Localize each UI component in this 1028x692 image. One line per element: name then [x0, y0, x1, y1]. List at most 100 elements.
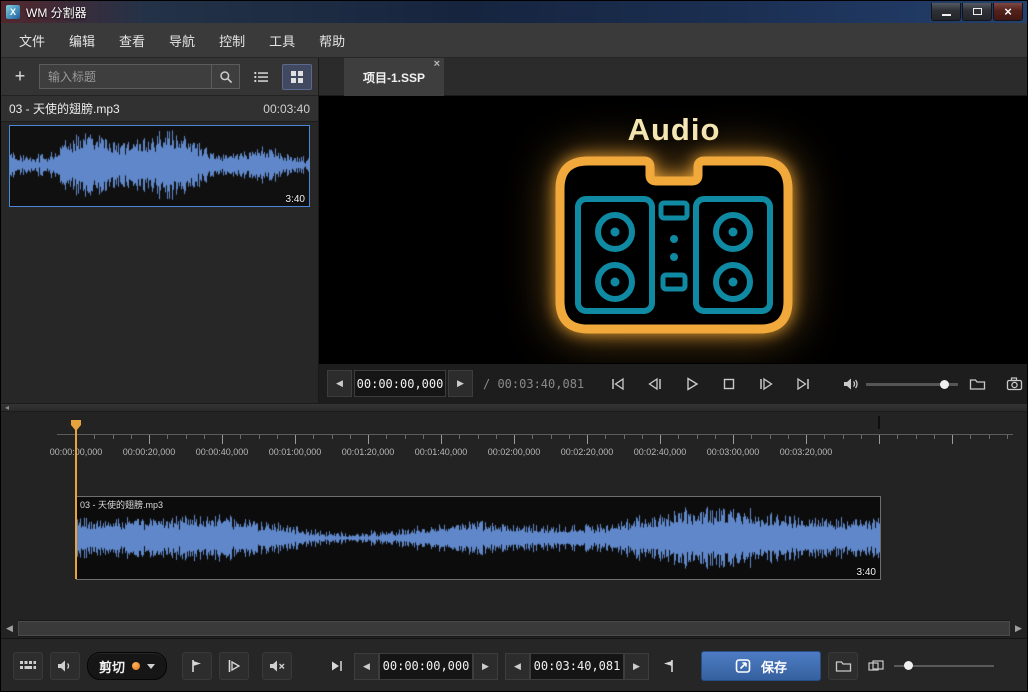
regions-grid-button[interactable] — [13, 652, 43, 680]
library-file-row[interactable]: 03 - 天使的翅膀.mp3 00:03:40 — [1, 96, 318, 122]
scroll-left-icon[interactable]: ◀ — [1, 620, 18, 637]
ruler-label: 00:02:00,000 — [488, 447, 541, 457]
skip-to-end-button[interactable] — [785, 370, 820, 398]
app-icon: X — [6, 5, 20, 19]
menu-view[interactable]: 查看 — [107, 26, 157, 55]
menu-file[interactable]: 文件 — [7, 26, 57, 55]
minimize-button[interactable] — [931, 3, 961, 21]
play-button[interactable] — [674, 370, 709, 398]
window-controls: × — [930, 3, 1023, 21]
ruler-baseline — [57, 434, 1013, 435]
audio-track-button[interactable] — [50, 652, 80, 680]
volume-button[interactable] — [838, 370, 864, 398]
current-time-display[interactable]: 00:00:00,000 — [354, 370, 446, 397]
ruler-minor-tick — [259, 435, 260, 439]
end-time-decrement-button[interactable]: ◀ — [505, 653, 530, 680]
camera-icon — [1006, 377, 1023, 391]
ruler-minor-tick — [496, 435, 497, 439]
add-file-button[interactable]: + — [7, 64, 33, 90]
timeline-scrollbar[interactable]: ◀ ▶ — [1, 620, 1027, 637]
clip-end-marker[interactable] — [878, 416, 880, 429]
ruler-minor-tick — [916, 435, 917, 439]
splitter-collapse-icon[interactable]: ◂ — [5, 403, 9, 412]
ruler-tick — [952, 435, 953, 444]
save-button[interactable]: 保存 — [701, 651, 821, 681]
menu-help[interactable]: 帮助 — [307, 26, 357, 55]
start-time-increment-button[interactable]: ▶ — [473, 653, 498, 680]
ruler-tick — [660, 435, 661, 444]
ruler-tick — [368, 435, 369, 444]
output-folder-button[interactable] — [828, 652, 858, 680]
app-window: X WM 分割器 × 文件 编辑 查看 导航 控制 工具 帮助 + — [0, 0, 1028, 692]
ruler-tick — [733, 435, 734, 444]
mute-button[interactable] — [262, 652, 292, 680]
scrollbar-thumb[interactable] — [18, 621, 1010, 636]
ruler-tick — [587, 435, 588, 444]
ruler-label: 00:02:20,000 — [561, 447, 614, 457]
timeline-area: 00:00:00,00000:00:20,00000:00:40,00000:0… — [1, 412, 1027, 638]
ruler-minor-tick — [405, 435, 406, 439]
search-input[interactable] — [39, 64, 211, 89]
ruler-label: 00:00:20,000 — [123, 447, 176, 457]
time-decrement-button[interactable]: ◀ — [327, 370, 352, 397]
ruler-minor-tick — [788, 435, 789, 439]
ruler-label: 00:03:00,000 — [707, 447, 760, 457]
timeline-ruler[interactable]: 00:00:00,00000:00:20,00000:00:40,00000:0… — [1, 426, 1027, 470]
start-time-decrement-button[interactable]: ◀ — [354, 653, 379, 680]
minimize-icon — [942, 14, 951, 16]
step-back-button[interactable] — [637, 370, 672, 398]
ruler-minor-tick — [678, 435, 679, 439]
search-button[interactable] — [211, 64, 240, 89]
open-folder-button[interactable] — [960, 370, 995, 398]
play-from-marker-button[interactable] — [219, 652, 249, 680]
play-flag-icon — [227, 659, 241, 673]
ruler-minor-tick — [569, 435, 570, 439]
stop-button[interactable] — [711, 370, 746, 398]
menu-navigate[interactable]: 导航 — [157, 26, 207, 55]
set-start-marker-button[interactable] — [182, 652, 212, 680]
maximize-button[interactable] — [962, 3, 992, 21]
project-tab-bar: 项目-1.SSP × — [319, 58, 1028, 96]
ruler-label: 00:01:40,000 — [415, 447, 468, 457]
library-thumbnail[interactable]: 3:40 — [9, 125, 310, 207]
ruler-tick — [441, 435, 442, 444]
transport-bar: ◀ 00:00:00,000 ▶ / 00:03:40,081 — [319, 363, 1028, 403]
zoom-fit-button[interactable] — [865, 652, 887, 680]
zoom-slider[interactable] — [894, 656, 994, 676]
time-increment-button[interactable]: ▶ — [448, 370, 473, 397]
timeline-clip-waveform — [77, 505, 880, 571]
set-end-marker-button[interactable] — [656, 652, 680, 680]
title-bar[interactable]: X WM 分割器 × — [1, 1, 1027, 23]
list-view-button[interactable] — [246, 64, 276, 90]
end-time-field[interactable]: 00:03:40,081 — [530, 653, 624, 680]
grid-view-button[interactable] — [282, 64, 312, 90]
tab-close-icon[interactable]: × — [434, 59, 440, 70]
cut-mode-dropdown[interactable]: 剪切 — [87, 652, 167, 680]
close-button[interactable]: × — [993, 3, 1023, 21]
volume-slider[interactable] — [866, 370, 958, 398]
timeline-clip[interactable]: 03 - 天使的翅膀.mp3 3:40 — [76, 496, 881, 580]
timeline-clip-name: 03 - 天使的翅膀.mp3 — [80, 498, 163, 511]
ruler-label: 00:03:20,000 — [780, 447, 833, 457]
ruler-minor-tick — [332, 435, 333, 439]
volume-slider-knob[interactable] — [940, 380, 949, 389]
project-tab[interactable]: 项目-1.SSP × — [344, 58, 444, 96]
zoom-windows-icon — [868, 660, 884, 672]
zoom-slider-knob[interactable] — [904, 661, 913, 670]
menu-edit[interactable]: 编辑 — [57, 26, 107, 55]
search-icon — [219, 70, 233, 84]
scroll-right-icon[interactable]: ▶ — [1010, 620, 1027, 637]
playhead-line[interactable] — [75, 427, 77, 579]
step-forward-button[interactable] — [748, 370, 783, 398]
menu-tools[interactable]: 工具 — [257, 26, 307, 55]
ruler-minor-tick — [697, 435, 698, 439]
play-selection-button[interactable] — [325, 652, 347, 680]
menu-control[interactable]: 控制 — [207, 26, 257, 55]
start-time-field[interactable]: 00:00:00,000 — [379, 653, 473, 680]
end-time-increment-button[interactable]: ▶ — [624, 653, 649, 680]
skip-to-start-button[interactable] — [600, 370, 635, 398]
horizontal-splitter[interactable]: ◂ — [1, 403, 1027, 412]
window-title: WM 分割器 — [26, 4, 87, 21]
snapshot-button[interactable] — [997, 370, 1028, 398]
folder-icon — [969, 377, 986, 391]
